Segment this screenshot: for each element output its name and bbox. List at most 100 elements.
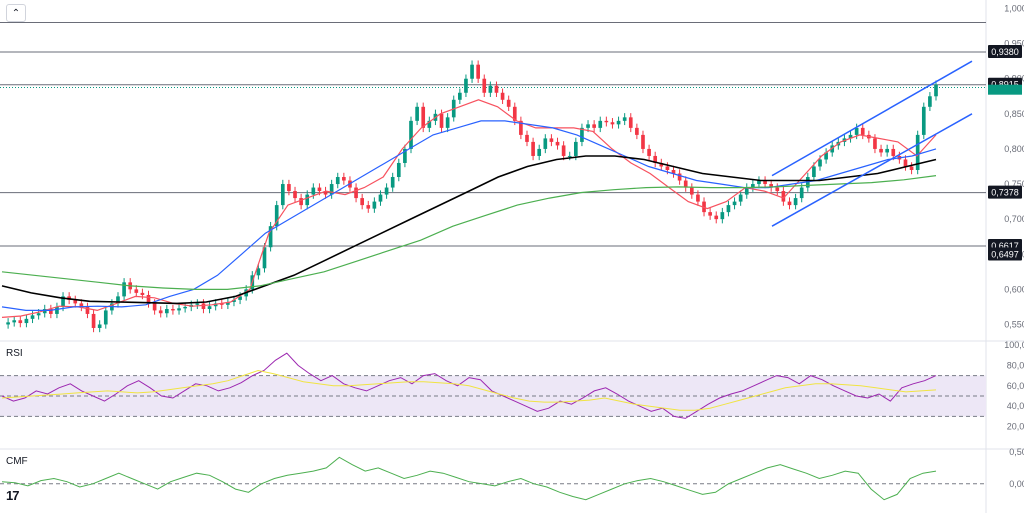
candle-body [641, 134, 645, 149]
candle-body [879, 148, 883, 153]
candle-body [525, 134, 529, 142]
price-badge: 0,6497 [988, 247, 1022, 261]
tradingview-logo: 17 [6, 488, 20, 503]
candle-body [366, 205, 371, 209]
candle-body [928, 96, 932, 107]
moving-average-line [1, 155, 937, 305]
cmf-line [1, 456, 937, 501]
candle-body [549, 138, 554, 142]
candle-body [726, 205, 731, 213]
candle-body [317, 187, 322, 192]
candle-body [458, 92, 462, 100]
candle-body [500, 92, 505, 100]
candle-body [903, 159, 908, 167]
candle-body [177, 308, 181, 311]
channel-lower-line [771, 113, 973, 227]
chart-canvas[interactable]: 1,00000,95000,90000,85000,80000,75000,70… [0, 0, 1024, 513]
candle-body [604, 120, 609, 123]
candle-body [909, 166, 914, 170]
candle-body [561, 145, 566, 156]
candle-body [616, 120, 621, 125]
candle-body [421, 106, 426, 128]
candle-body [30, 315, 35, 319]
candle-body [586, 124, 590, 128]
price-axis-label: 0,7000 [1004, 214, 1024, 224]
candle-body [280, 184, 285, 206]
cmf-axis-label: 0,50 [1009, 447, 1024, 457]
candle-body [152, 303, 157, 311]
rsi-axis-label: 80,00 [1007, 360, 1024, 370]
candle-body [342, 177, 346, 181]
candle-body [103, 310, 108, 325]
price-badge: 0,9380 [988, 45, 1022, 59]
candle-body [354, 187, 358, 199]
candle-body [610, 122, 615, 125]
collapse-button[interactable]: ⌃ [6, 4, 26, 22]
rsi-label: RSI [6, 348, 23, 359]
price-axis-label: 0,6000 [1004, 284, 1024, 294]
candle-body [628, 117, 633, 128]
candle-body [738, 194, 743, 202]
candle-body [885, 148, 889, 153]
candle-body [537, 148, 542, 156]
candle-body [860, 127, 865, 135]
candle-body [921, 106, 926, 135]
candle-body [305, 194, 310, 206]
candle-body [439, 113, 444, 128]
price-axis-label: 0,5500 [1004, 319, 1024, 329]
candle-body [531, 141, 535, 156]
candle-body [476, 64, 480, 79]
price-axis-label: 0,8000 [1004, 144, 1024, 154]
rsi-axis-label: 20,00 [1007, 422, 1024, 432]
candle-body [164, 309, 169, 314]
price-badge-label: 0,9380 [991, 47, 1019, 57]
candle-body [592, 124, 596, 128]
candle-body [171, 309, 175, 311]
price-badge-label: 0,6497 [991, 249, 1019, 259]
candle-body [934, 84, 938, 97]
candle-body [183, 306, 187, 309]
candle-body [543, 138, 548, 149]
price-badge-label: 0,7378 [991, 188, 1019, 198]
candle-body [293, 191, 297, 199]
candle-body [134, 289, 139, 293]
candle-body [647, 148, 651, 156]
cmf-axis-label: 0,00 [1009, 479, 1024, 489]
candle-body [635, 127, 639, 135]
candle-body [409, 120, 413, 149]
candle-body [720, 212, 725, 220]
candle-body [415, 106, 419, 121]
candle-body [665, 166, 670, 170]
candle-body [891, 148, 896, 156]
candle-body [311, 187, 316, 195]
candle-body [195, 303, 200, 305]
candle-body [506, 99, 511, 107]
candle-body [714, 215, 719, 220]
candle-body [873, 138, 877, 149]
candle-body [287, 184, 291, 192]
candle-body [201, 303, 206, 310]
candle-body [775, 187, 780, 192]
candle-body [494, 85, 499, 93]
candle-body [55, 306, 59, 314]
candle-body [470, 64, 474, 79]
candle-body [689, 187, 694, 195]
candle-body [696, 194, 700, 202]
candle-body [36, 313, 41, 316]
candle-body [360, 198, 365, 206]
candle-body [18, 320, 23, 324]
candle-body [793, 198, 798, 206]
candle-body [787, 201, 792, 206]
candle-body [372, 201, 377, 209]
candle-body [567, 155, 572, 157]
price-axis-label: 1,0000 [1004, 4, 1024, 14]
candle-body [555, 141, 560, 146]
rsi-axis-label: 60,00 [1007, 381, 1024, 391]
price-badge: 0,7378 [988, 185, 1022, 199]
candle-body [464, 78, 468, 93]
candle-body [812, 166, 816, 178]
candle-body [598, 120, 603, 128]
price-axis-label: 0,8500 [1004, 109, 1024, 119]
last-price-badge [988, 84, 1022, 95]
candle-body [12, 320, 17, 323]
